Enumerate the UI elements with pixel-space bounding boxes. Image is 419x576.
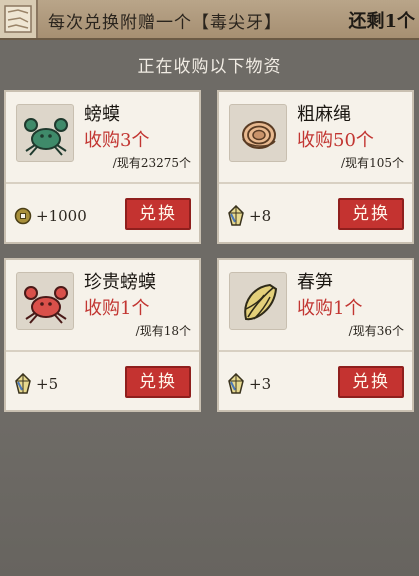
item-name: 春笋	[297, 272, 333, 293]
reward: +1000	[14, 204, 87, 228]
reward: +8	[227, 204, 271, 228]
trade-card-crab: 螃蟆 收购3个 /现有23275个 +1000 兑换	[4, 90, 201, 244]
trade-card-rope: 粗麻绳 收购50个 /现有105个 +8 兑换	[217, 90, 414, 244]
buy-quantity: 收购50个	[297, 130, 374, 151]
buy-quantity: 收购1个	[297, 298, 363, 319]
copper-coin-icon	[14, 207, 32, 225]
item-name: 珍贵螃蟆	[84, 272, 156, 293]
owned-quantity: /现有36个	[348, 324, 404, 338]
trade-card-bamboo-shoot: 春笋 收购1个 /现有36个 +3 兑换	[217, 258, 414, 412]
card-info: 粗麻绳 收购50个 /现有105个	[219, 92, 412, 184]
reward-value: +8	[249, 207, 272, 225]
background	[0, 420, 419, 576]
buy-quantity: 收购1个	[84, 298, 150, 319]
card-info: 珍贵螃蟆 收购1个 /现有18个	[6, 260, 199, 352]
bonus-title: 每次兑换附赠一个【毒尖牙】	[48, 13, 282, 33]
owned-quantity: /现有18个	[135, 324, 191, 338]
gem-crystal-icon	[228, 373, 244, 394]
header-bar: 每次兑换附赠一个【毒尖牙】 还剩1个	[0, 0, 419, 40]
reward-value: +1000	[36, 207, 87, 225]
card-info: 螃蟆 收购3个 /现有23275个	[6, 92, 199, 184]
reward-value: +3	[249, 375, 272, 393]
exchange-button[interactable]: 兑换	[338, 366, 404, 398]
exchange-button[interactable]: 兑换	[338, 198, 404, 230]
trade-card-precious-crab: 珍贵螃蟆 收购1个 /现有18个 +5 兑换	[4, 258, 201, 412]
gem-crystal-icon	[15, 373, 31, 394]
reward: +5	[14, 372, 58, 396]
buy-quantity: 收购3个	[84, 130, 150, 151]
card-info: 春笋 收购1个 /现有36个	[219, 260, 412, 352]
section-subtitle: 正在收购以下物资	[137, 57, 282, 77]
owned-quantity: /现有105个	[341, 156, 404, 170]
owned-quantity: /现有23275个	[112, 156, 191, 170]
scroll-map-icon	[0, 0, 38, 38]
exchange-button[interactable]: 兑换	[125, 366, 191, 398]
red-crab-icon	[16, 272, 74, 330]
crab-icon	[16, 104, 74, 162]
exchange-button[interactable]: 兑换	[125, 198, 191, 230]
bamboo-shoot-icon	[229, 272, 287, 330]
rope-coil-icon	[229, 104, 287, 162]
item-name: 粗麻绳	[297, 104, 351, 125]
gem-crystal-icon	[228, 205, 244, 226]
reward-value: +5	[36, 375, 59, 393]
reward: +3	[227, 372, 271, 396]
item-name: 螃蟆	[84, 104, 120, 125]
remaining-count: 还剩1个	[348, 11, 415, 32]
